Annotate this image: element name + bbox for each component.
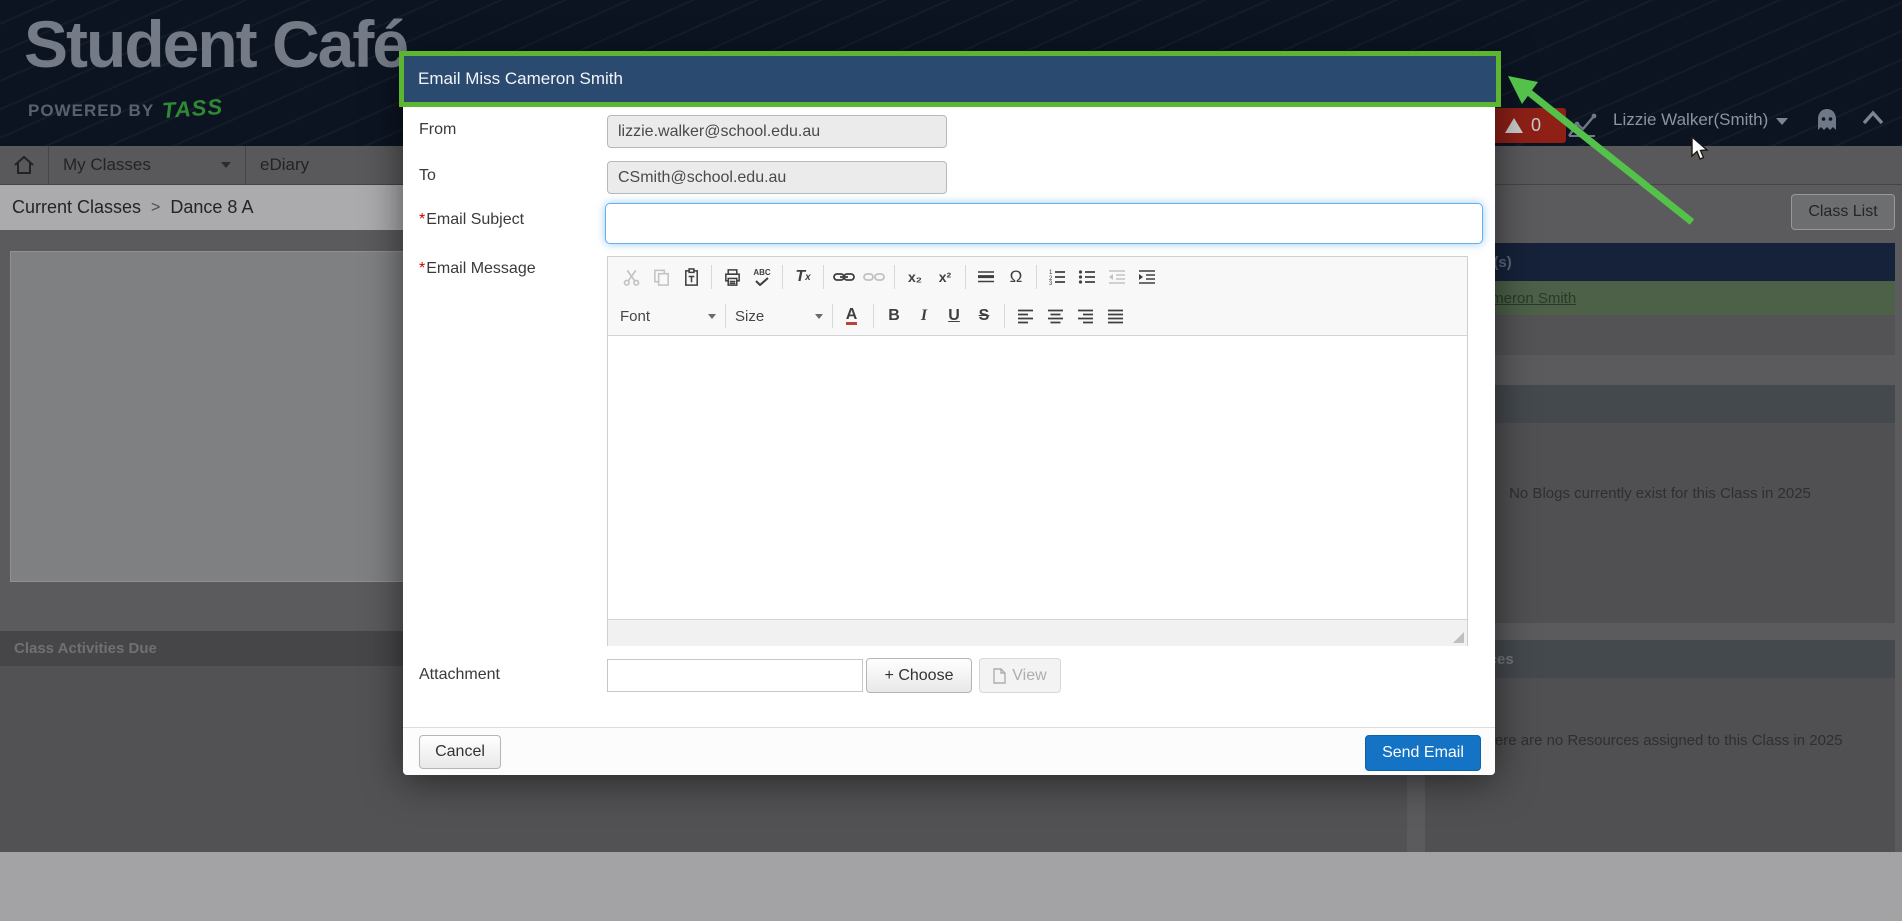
resources-panel: Resources There are no Resources assigne… — [1425, 640, 1895, 852]
teacher-row[interactable]: Miss Cameron Smith — [1425, 281, 1895, 315]
notification-bell-icon[interactable] — [1812, 106, 1842, 138]
toolbar-separator — [1036, 265, 1037, 289]
blogs-header: Blogs — [1425, 385, 1895, 423]
editor-footer — [608, 619, 1467, 646]
align-left-button[interactable] — [1010, 302, 1040, 330]
view-file-button[interactable]: View — [979, 658, 1061, 693]
home-button[interactable] — [0, 146, 49, 184]
nav-my-classes[interactable]: My Classes — [49, 146, 246, 184]
page-footer-area — [0, 852, 1902, 921]
justify-button[interactable] — [1100, 302, 1130, 330]
user-menu[interactable]: Lizzie Walker(Smith) — [1613, 110, 1788, 130]
blogs-empty-message: No Blogs currently exist for this Class … — [1425, 423, 1895, 623]
copy-button[interactable] — [646, 263, 676, 291]
email-modal-header: Email Miss Cameron Smith — [399, 51, 1501, 107]
class-list-button[interactable]: Class List — [1791, 194, 1895, 230]
cancel-button[interactable]: Cancel — [419, 735, 501, 769]
toolbar-separator — [894, 265, 895, 289]
toolbar-separator — [873, 304, 874, 328]
link-button[interactable] — [829, 263, 859, 291]
outdent-button[interactable] — [1102, 263, 1132, 291]
editor-toolbar-row2: Font Size A B I U S — [608, 297, 1467, 336]
from-label: From — [419, 121, 456, 139]
italic-button[interactable]: I — [909, 302, 939, 330]
toolbar-separator — [782, 265, 783, 289]
resources-header: Resources — [1425, 640, 1895, 678]
toolbar-separator — [711, 265, 712, 289]
to-label: To — [419, 167, 436, 185]
resources-empty-message: There are no Resources assigned to this … — [1425, 678, 1895, 852]
powered-by-label: POWERED BYTASS — [28, 96, 223, 122]
toolbar-separator — [832, 304, 833, 328]
strikethrough-button[interactable]: S — [969, 302, 999, 330]
cut-button[interactable] — [616, 263, 646, 291]
chevron-down-icon — [815, 314, 823, 319]
email-modal-title: Email Miss Cameron Smith — [404, 69, 623, 89]
text-color-button[interactable]: A — [838, 302, 868, 330]
to-field — [607, 161, 947, 194]
email-modal-footer: Cancel Send Email — [403, 727, 1495, 775]
font-select[interactable]: Font — [616, 308, 720, 325]
required-marker: * — [419, 211, 425, 228]
special-char-button[interactable]: Ω — [1001, 263, 1031, 291]
attachment-label: Attachment — [419, 666, 500, 684]
horizontal-rule-button[interactable] — [971, 263, 1001, 291]
toolbar-separator — [725, 304, 726, 328]
align-center-button[interactable] — [1040, 302, 1070, 330]
toolbar-separator — [823, 265, 824, 289]
toolbar-separator — [965, 265, 966, 289]
indent-button[interactable] — [1132, 263, 1162, 291]
alert-count: 0 — [1531, 115, 1541, 136]
teachers-panel: Teacher(s) Miss Cameron Smith — [1425, 243, 1895, 355]
align-right-button[interactable] — [1070, 302, 1100, 330]
editor-toolbar-row1: ABC Tx x₂ — [608, 257, 1467, 297]
teachers-panel-body — [1425, 315, 1895, 355]
spellcheck-button[interactable]: ABC — [747, 263, 777, 291]
unlink-button[interactable] — [859, 263, 889, 291]
size-select[interactable]: Size — [731, 308, 827, 325]
alert-triangle-icon — [1505, 118, 1523, 133]
blogs-panel: Blogs No Blogs currently exist for this … — [1425, 385, 1895, 623]
collapse-header-button[interactable] — [1860, 108, 1886, 130]
bold-button[interactable]: B — [879, 302, 909, 330]
print-button[interactable] — [717, 263, 747, 291]
bullet-list-button[interactable] — [1072, 263, 1102, 291]
resize-handle[interactable] — [1453, 632, 1464, 643]
message-label: *Email Message — [419, 260, 536, 278]
teachers-header: Teacher(s) — [1425, 243, 1895, 281]
page: Student Café POWERED BYTASS 0 Lizzie Wal… — [0, 0, 1902, 921]
tass-logo: TASS — [161, 94, 224, 124]
superscript-button[interactable]: x² — [930, 263, 960, 291]
message-editor: ABC Tx x₂ — [607, 256, 1468, 646]
from-field — [607, 115, 947, 148]
message-body-field[interactable] — [608, 336, 1467, 619]
subscript-button[interactable]: x₂ — [900, 263, 930, 291]
document-icon — [993, 668, 1006, 684]
attachment-field[interactable] — [607, 659, 863, 692]
email-modal: Email Miss Cameron Smith From To *Email … — [403, 55, 1495, 774]
required-marker: * — [419, 260, 425, 277]
numbered-list-button[interactable]: 123 — [1042, 263, 1072, 291]
breadcrumb-current: Dance 8 A — [170, 197, 253, 218]
analytics-icon[interactable] — [1567, 112, 1597, 140]
send-email-button[interactable]: Send Email — [1365, 735, 1481, 771]
subject-field[interactable] — [605, 203, 1483, 244]
chevron-down-icon — [708, 314, 716, 319]
chevron-down-icon — [1776, 118, 1788, 125]
app-logo: Student Café — [24, 6, 407, 82]
choose-file-button[interactable]: + Choose — [866, 658, 972, 693]
remove-format-button[interactable]: Tx — [788, 263, 818, 291]
paste-button[interactable] — [676, 263, 706, 291]
breadcrumb-root[interactable]: Current Classes — [12, 197, 141, 218]
svg-text:3: 3 — [1049, 281, 1053, 285]
breadcrumb-separator: > — [151, 199, 160, 217]
chevron-down-icon — [221, 162, 231, 168]
user-name: Lizzie Walker(Smith) — [1613, 110, 1768, 130]
toolbar-separator — [1004, 304, 1005, 328]
subject-label: *Email Subject — [419, 211, 524, 229]
underline-button[interactable]: U — [939, 302, 969, 330]
